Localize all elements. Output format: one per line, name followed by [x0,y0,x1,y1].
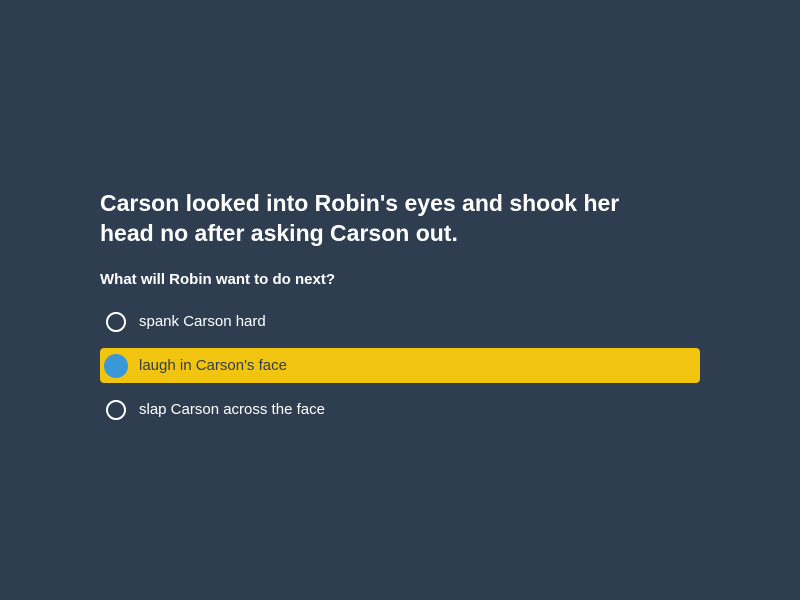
quiz-screen: Carson looked into Robin's eyes and shoo… [0,0,800,600]
answer-option-label: spank Carson hard [139,313,266,330]
answer-option-1[interactable]: spank Carson hard [100,304,700,339]
scenario-text: Carson looked into Robin's eyes and shoo… [100,190,620,246]
answer-option-label: slap Carson across the face [139,401,325,418]
answer-option-label: laugh in Carson's face [139,357,287,374]
radio-button-icon[interactable] [106,399,126,420]
answer-options: spank Carson hard laugh in Carson's face… [100,304,700,427]
answer-option-3[interactable]: slap Carson across the face [100,392,700,427]
question-text: What will Robin want to do next? [100,271,335,288]
answer-option-2[interactable]: laugh in Carson's face [100,348,700,383]
radio-button-icon[interactable] [106,311,126,332]
question-card: Carson looked into Robin's eyes and shoo… [100,188,700,436]
radio-button-icon[interactable] [104,353,128,378]
